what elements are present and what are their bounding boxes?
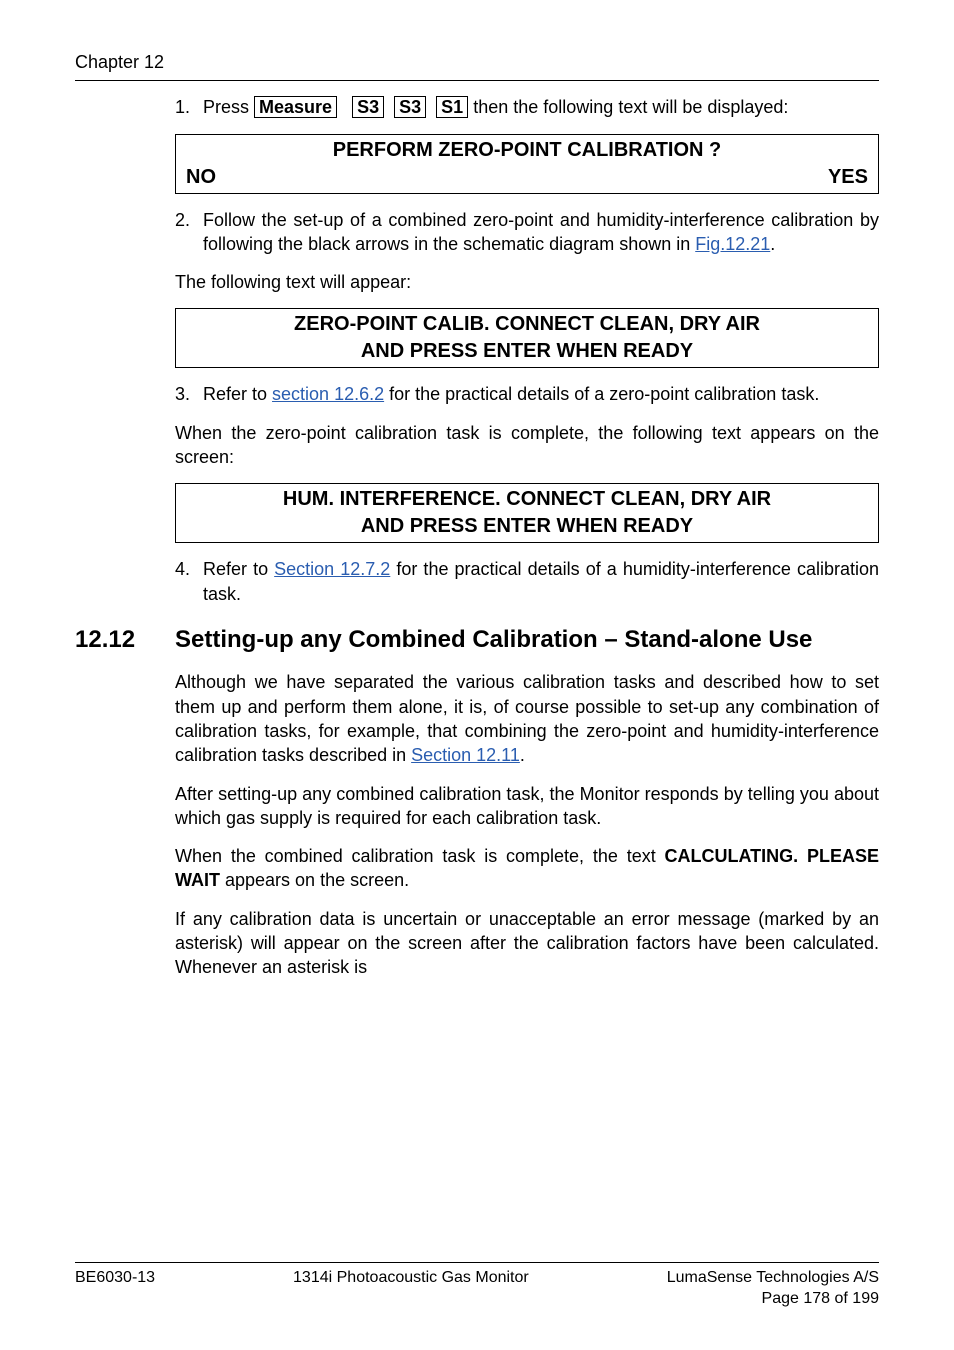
section-title: Setting-up any Combined Calibration – St… — [175, 624, 812, 656]
paragraph-text: When the combined calibration task is co… — [175, 846, 665, 866]
step-3: 3. Refer to section 12.6.2 for the pract… — [175, 382, 879, 406]
link-section-12-6-2[interactable]: section 12.6.2 — [272, 384, 384, 404]
step-body: Refer to Section 12.7.2 for the practica… — [203, 557, 879, 606]
step-number: 1. — [175, 95, 203, 119]
step-text: Refer to — [203, 559, 274, 579]
paragraph-text: appears on the screen. — [220, 870, 409, 890]
paragraph-text: . — [520, 745, 525, 765]
footer-rule — [75, 1262, 879, 1263]
display-yes: YES — [828, 164, 868, 191]
footer-right: LumaSense Technologies A/S Page 178 of 1… — [667, 1267, 879, 1310]
display-no: NO — [186, 164, 216, 191]
page-header: Chapter 12 — [75, 50, 879, 81]
page-footer: BE6030-13 1314i Photoacoustic Gas Monito… — [75, 1262, 879, 1310]
display-box-1: PERFORM ZERO-POINT CALIBRATION ? NO YES — [175, 134, 879, 194]
paragraph: After setting-up any combined calibratio… — [175, 782, 879, 831]
step-text: Refer to — [203, 384, 272, 404]
step-number: 4. — [175, 557, 203, 581]
step-body: Press Measure S3 S3 S1 then the followin… — [203, 95, 879, 119]
step-body: Refer to section 12.6.2 for the practica… — [203, 382, 879, 406]
link-section-12-7-2[interactable]: Section 12.7.2 — [274, 559, 390, 579]
step-1: 1. Press Measure S3 S3 S1 then the follo… — [175, 95, 879, 119]
keycap-measure: Measure — [254, 96, 337, 118]
paragraph: Although we have separated the various c… — [175, 670, 879, 767]
display-line: ZERO-POINT CALIB. CONNECT CLEAN, DRY AIR — [186, 311, 868, 338]
paragraph: When the combined calibration task is co… — [175, 844, 879, 893]
footer-left: BE6030-13 — [75, 1267, 155, 1310]
display-line: AND PRESS ENTER WHEN READY — [186, 513, 868, 540]
page-content: 1. Press Measure S3 S3 S1 then the follo… — [75, 81, 879, 1262]
link-section-12-11[interactable]: Section 12.11 — [411, 745, 520, 765]
step-4: 4. Refer to Section 12.7.2 for the pract… — [175, 557, 879, 606]
step-text: . — [770, 234, 775, 254]
footer-center: 1314i Photoacoustic Gas Monitor — [293, 1267, 529, 1310]
paragraph: The following text will appear: — [175, 270, 879, 294]
section-number: 12.12 — [75, 624, 175, 656]
display-line: HUM. INTERFERENCE. CONNECT CLEAN, DRY AI… — [186, 486, 868, 513]
step-body: Follow the set-up of a combined zero-poi… — [203, 208, 879, 257]
display-box-2: ZERO-POINT CALIB. CONNECT CLEAN, DRY AIR… — [175, 308, 879, 368]
link-fig-12-21[interactable]: Fig.12.21 — [695, 234, 770, 254]
display-line: PERFORM ZERO-POINT CALIBRATION ? — [186, 137, 868, 164]
step-number: 3. — [175, 382, 203, 406]
display-line: AND PRESS ENTER WHEN READY — [186, 338, 868, 365]
paragraph: If any calibration data is uncertain or … — [175, 907, 879, 980]
paragraph-text: Although we have separated the various c… — [175, 672, 879, 765]
chapter-label: Chapter 12 — [75, 50, 879, 74]
keycap-s3b: S3 — [394, 96, 426, 118]
keycap-s1: S1 — [436, 96, 468, 118]
step-text: Follow the set-up of a combined zero-poi… — [203, 210, 879, 254]
section-heading: 12.12 Setting-up any Combined Calibratio… — [75, 624, 879, 656]
step-text-pre: Press — [203, 97, 254, 117]
keycap-s3: S3 — [352, 96, 384, 118]
step-text-post: then the following text will be displaye… — [473, 97, 788, 117]
footer-page: Page 178 of 199 — [762, 1290, 879, 1307]
paragraph: When the zero-point calibration task is … — [175, 421, 879, 470]
display-box-3: HUM. INTERFERENCE. CONNECT CLEAN, DRY AI… — [175, 483, 879, 543]
step-2: 2. Follow the set-up of a combined zero-… — [175, 208, 879, 257]
step-number: 2. — [175, 208, 203, 232]
step-text: for the practical details of a zero-poin… — [384, 384, 819, 404]
footer-company: LumaSense Technologies A/S — [667, 1269, 879, 1286]
